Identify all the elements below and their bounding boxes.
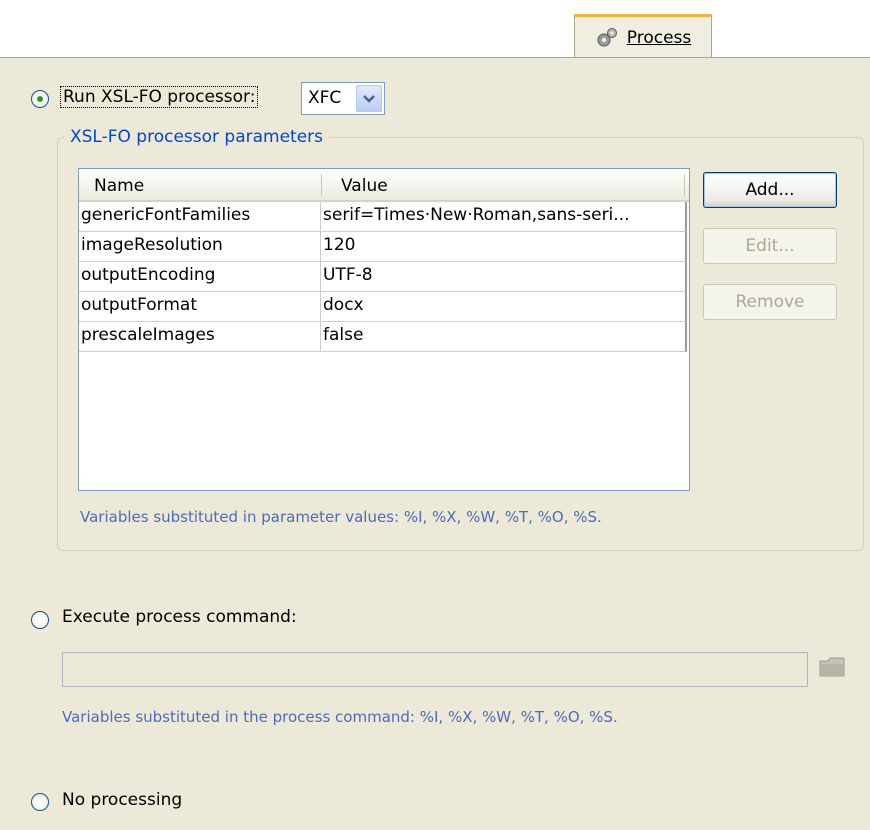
param-name-cell: outputFormat bbox=[79, 292, 321, 322]
processor-select[interactable]: XFC bbox=[301, 82, 385, 115]
param-name-cell: outputEncoding bbox=[79, 262, 321, 292]
table-row[interactable]: outputEncoding UTF-8 bbox=[79, 262, 687, 292]
param-value-cell: false bbox=[321, 322, 687, 352]
tab-label: Process bbox=[626, 27, 692, 48]
table-row[interactable]: imageResolution 120 bbox=[79, 232, 687, 262]
gears-icon bbox=[595, 26, 619, 50]
no-processing-radio[interactable] bbox=[31, 793, 49, 811]
param-value-cell: docx bbox=[321, 292, 687, 322]
execute-command-radio[interactable] bbox=[31, 611, 49, 629]
param-value-cell: 120 bbox=[321, 232, 687, 262]
column-header-name[interactable]: Name bbox=[94, 176, 144, 196]
execute-command-label[interactable]: Execute process command: bbox=[62, 607, 297, 627]
column-header-value[interactable]: Value bbox=[341, 176, 388, 196]
command-variables-hint: Variables substituted in the process com… bbox=[62, 708, 618, 726]
parameters-group-title: XSL-FO processor parameters bbox=[64, 127, 330, 147]
no-processing-label[interactable]: No processing bbox=[62, 790, 182, 810]
table-header: Name Value bbox=[79, 169, 689, 202]
remove-parameter-button[interactable]: Remove bbox=[703, 284, 837, 320]
process-command-input[interactable] bbox=[62, 652, 808, 687]
add-parameter-button[interactable]: Add... bbox=[703, 172, 837, 208]
param-value-cell: serif=Times·New·Roman,sans-seri... bbox=[321, 202, 687, 232]
column-divider[interactable] bbox=[684, 174, 685, 196]
param-value-cell: UTF-8 bbox=[321, 262, 687, 292]
column-divider[interactable] bbox=[321, 174, 322, 196]
run-xslfo-label-text: Run XSL-FO processor: bbox=[60, 86, 259, 108]
run-xslfo-label[interactable]: Run XSL-FO processor: bbox=[60, 86, 259, 108]
param-name-cell: imageResolution bbox=[79, 232, 321, 262]
edit-parameter-button[interactable]: Edit... bbox=[703, 228, 837, 264]
chevron-down-icon[interactable] bbox=[356, 85, 382, 112]
folder-icon bbox=[818, 655, 846, 684]
processor-select-value: XFC bbox=[308, 88, 342, 108]
parameter-variables-hint: Variables substituted in parameter value… bbox=[80, 508, 602, 526]
param-name-cell: prescaleImages bbox=[79, 322, 321, 352]
tab-process[interactable]: Process bbox=[574, 14, 712, 58]
browse-button[interactable] bbox=[814, 650, 850, 688]
table-row[interactable]: prescaleImages false bbox=[79, 322, 687, 352]
table-row[interactable]: genericFontFamilies serif=Times·New·Roma… bbox=[79, 202, 687, 232]
run-xslfo-radio[interactable] bbox=[31, 90, 49, 108]
table-row[interactable]: outputFormat docx bbox=[79, 292, 687, 322]
param-name-cell: genericFontFamilies bbox=[79, 202, 321, 232]
parameters-table[interactable]: Name Value genericFontFamilies serif=Tim… bbox=[78, 168, 690, 491]
